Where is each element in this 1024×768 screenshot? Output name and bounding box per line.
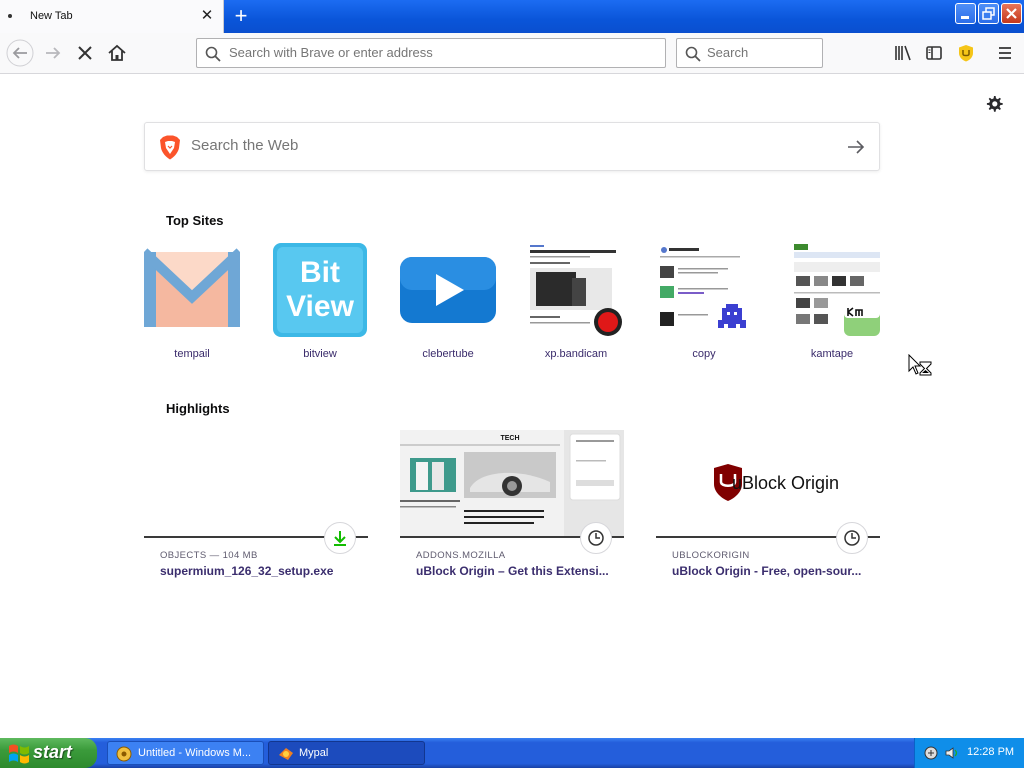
stop-button[interactable]: [70, 38, 100, 68]
site-label: tempail: [174, 348, 210, 360]
history-badge: [836, 522, 868, 554]
back-button[interactable]: [5, 38, 35, 68]
site-label: clebertube: [422, 348, 474, 360]
highlight-card[interactable]: TECH ADDONS.MOZILLA uBlock Origin – Get …: [400, 430, 624, 590]
taskbar-item-mypal[interactable]: Mypal: [268, 741, 425, 765]
tab-new-tab[interactable]: New Tab ✕: [0, 0, 224, 33]
tab-title: New Tab: [30, 10, 73, 22]
ublock-extension-button[interactable]: [951, 38, 981, 68]
new-tab-page: Top Sites tempail Bit View bitview: [0, 74, 1024, 738]
site-thumbnail: [400, 242, 496, 338]
search-input[interactable]: [707, 45, 817, 60]
highlight-card[interactable]: OBJECTS — 104 MB supermium_126_32_setup.…: [144, 430, 368, 590]
history-badge: [580, 522, 612, 554]
menu-button[interactable]: [990, 38, 1020, 68]
clock-icon: [588, 530, 604, 546]
restore-icon: [982, 7, 995, 20]
clock: 12:28 PM: [967, 746, 1015, 758]
search-icon: [205, 46, 221, 62]
sidebar-icon: [926, 46, 942, 60]
close-window-button[interactable]: [1001, 3, 1022, 24]
ublock-shield-icon: [959, 45, 973, 62]
highlight-card[interactable]: uBlock Origin UBLOCKORIGIN uBlock Origin…: [656, 430, 880, 590]
site-label: kamtape: [810, 348, 854, 360]
stop-icon: [78, 46, 92, 60]
site-label: bitview: [303, 348, 337, 360]
web-search-input[interactable]: [191, 137, 811, 154]
play-button-icon: [400, 257, 496, 323]
close-icon: [1006, 8, 1017, 19]
site-thumbnail: Bit View: [272, 242, 368, 338]
search-icon: [685, 46, 701, 62]
highlights-heading: Highlights: [166, 401, 230, 416]
svg-text:uBlock Origin: uBlock Origin: [732, 473, 839, 493]
highlight-source: ADDONS.MOZILLA: [416, 550, 506, 561]
volume-tray-icon[interactable]: [943, 745, 959, 761]
mail-envelope-icon: [144, 248, 240, 327]
site-label: xp.bandicam: [544, 348, 608, 360]
site-thumbnail: [784, 242, 880, 338]
windows-logo-icon: [9, 744, 29, 764]
tab-close-icon[interactable]: ✕: [198, 7, 216, 25]
restore-button[interactable]: [978, 3, 999, 24]
gear-icon: [986, 96, 1003, 112]
mypal-icon: [279, 748, 293, 760]
search-bar[interactable]: [676, 38, 823, 68]
page-screenshot-thumbnail: [528, 242, 624, 338]
highlight-title: uBlock Origin - Free, open-sour...: [672, 564, 862, 578]
forward-arrow-icon: [46, 47, 61, 59]
download-badge: [324, 522, 356, 554]
taskbar-item-windows-movie-maker[interactable]: Untitled - Windows M...: [107, 741, 264, 765]
arrow-right-icon[interactable]: [845, 136, 867, 158]
highlight-source: OBJECTS — 104 MB: [160, 550, 258, 561]
home-icon: [108, 44, 126, 61]
download-icon: [334, 531, 346, 546]
highlight-title: supermium_126_32_setup.exe: [160, 564, 334, 578]
minimize-icon: [961, 16, 969, 19]
customize-button[interactable]: [984, 94, 1004, 114]
highlight-title: uBlock Origin – Get this Extensi...: [416, 564, 609, 578]
busy-cursor-icon: [908, 354, 932, 376]
sidebar-button[interactable]: [919, 38, 949, 68]
library-icon: [895, 45, 911, 61]
site-thumbnail: [144, 242, 240, 338]
web-search-box[interactable]: [144, 122, 880, 171]
library-button[interactable]: [888, 38, 918, 68]
back-arrow-icon: [6, 39, 34, 67]
site-thumbnail: [656, 242, 752, 338]
hamburger-menu-icon: [999, 47, 1011, 59]
title-bar: New Tab ✕ +: [0, 0, 1024, 33]
network-tray-icon[interactable]: [923, 745, 939, 761]
top-sites-heading: Top Sites: [166, 213, 224, 228]
bitview-logo: Bit View: [273, 243, 367, 337]
clock-icon: [844, 530, 860, 546]
svg-text:Bit: Bit: [300, 256, 340, 289]
taskbar-item-label: Untitled - Windows M...: [138, 747, 252, 759]
minimize-button[interactable]: [955, 3, 976, 24]
tab-loading-indicator: [8, 14, 12, 18]
navigation-toolbar: [0, 33, 1024, 74]
highlight-source: UBLOCKORIGIN: [672, 550, 750, 561]
page-screenshot-thumbnail: [784, 242, 880, 338]
forward-button[interactable]: [38, 38, 68, 68]
new-tab-icon[interactable]: +: [230, 4, 252, 28]
svg-text:View: View: [286, 290, 354, 323]
svg-text:TECH: TECH: [500, 435, 519, 442]
brave-lion-icon: [160, 135, 180, 160]
start-label: start: [33, 742, 73, 762]
taskbar-item-label: Mypal: [299, 747, 329, 759]
windows-taskbar: start Untitled - Windows M... Mypal 12:2…: [0, 738, 1024, 768]
home-button[interactable]: [102, 38, 132, 68]
page-screenshot-thumbnail: [656, 242, 752, 338]
address-input[interactable]: [229, 45, 649, 60]
start-button[interactable]: start: [0, 738, 97, 768]
address-bar[interactable]: [196, 38, 666, 68]
site-thumbnail: [528, 242, 624, 338]
site-label: copy: [692, 348, 716, 360]
movie-maker-icon: [116, 746, 132, 762]
system-tray: 12:28 PM: [914, 738, 1024, 768]
